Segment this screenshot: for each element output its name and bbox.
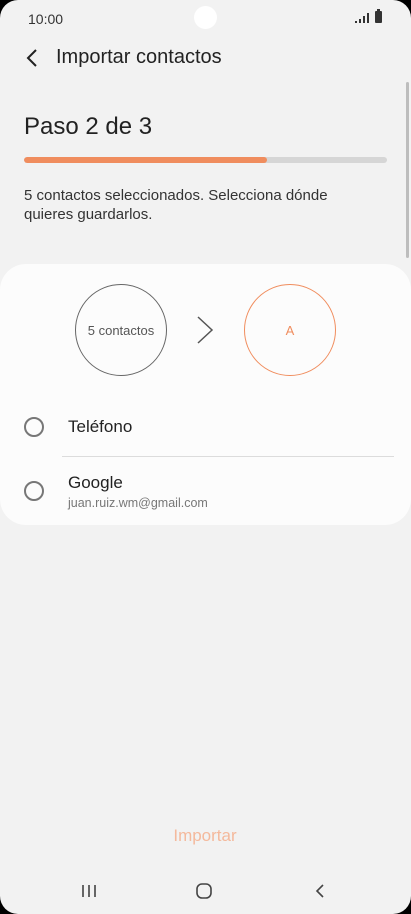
back-button[interactable] [16,42,48,74]
source-label: 5 contactos [87,322,155,338]
recents-button[interactable] [67,876,111,906]
header: Importar contactos [0,36,411,80]
screen: 10:00 Importar contactos Paso 2 de 3 5 c… [0,0,411,914]
navigation-bar [0,870,411,910]
instructions-text: 5 contactos seleccionados. Selecciona dó… [24,187,328,223]
option-google-account: juan.ruiz.wm@gmail.com [68,496,208,510]
scrollbar[interactable] [406,82,409,258]
progress-bar [24,157,387,163]
page-title: Importar contactos [56,46,222,68]
target-label: A [285,322,295,338]
status-bar: 10:00 [0,0,411,36]
option-telefono-label: Teléfono [68,417,133,436]
option-telefono[interactable]: Teléfono [0,404,411,450]
progress-fill [24,157,268,163]
status-time: 10:00 [28,11,64,27]
chevron-left-icon [26,49,37,67]
signal-icon [355,13,369,23]
battery-icon [375,9,382,23]
step-label: Paso 2 de 3 [24,113,153,140]
radio-google[interactable] [24,481,44,501]
option-google[interactable]: Google juan.ruiz.wm@gmail.com [0,460,411,520]
chevron-right-icon [197,316,214,344]
home-icon [196,883,212,899]
target-circle: A [244,284,336,376]
nav-back-button[interactable] [298,876,342,906]
recents-icon [82,885,96,897]
radio-telefono[interactable] [24,417,44,437]
camera-cutout [194,6,217,29]
destination-card: 5 contactos A Teléfono Google juan.ruiz.… [0,264,411,525]
home-button[interactable] [182,876,226,906]
import-button[interactable]: Importar [140,826,270,852]
option-google-label: Google [68,473,123,492]
source-circle: 5 contactos [75,284,167,376]
back-icon [315,884,324,898]
divider [62,456,394,457]
